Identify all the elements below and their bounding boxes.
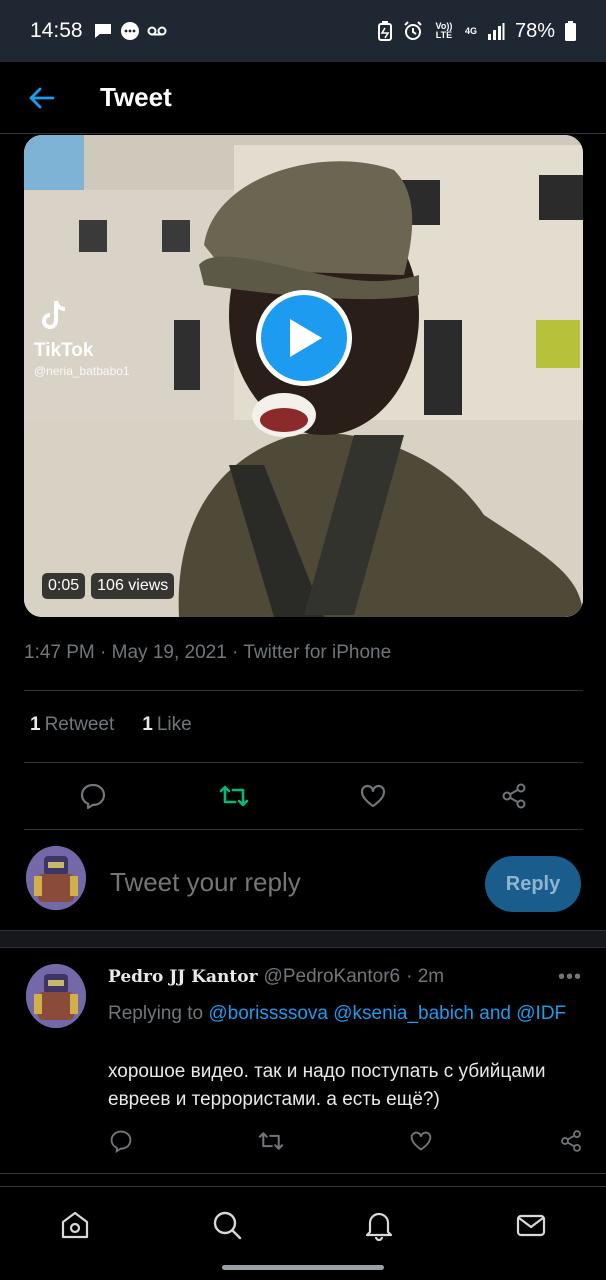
video-badges: 0:05 106 views (42, 573, 175, 599)
reply-composer: Reply (0, 832, 606, 930)
tweet-actions (0, 776, 606, 818)
comment-icon (80, 783, 106, 810)
like-label: Like (156, 714, 192, 735)
network-4g-indicator: 4G (464, 25, 477, 36)
home-icon (61, 1211, 89, 1239)
mention-link[interactable]: @ksenia_babich (333, 1003, 474, 1024)
video-duration: 0:05 (42, 573, 86, 599)
and-word: and (479, 1003, 511, 1024)
reply-button[interactable]: Reply (485, 856, 581, 912)
retweet-icon (219, 785, 249, 807)
tweet-timestamp: 1:47 PM · May 19, 2021 · Twitter for iPh… (24, 642, 392, 663)
nav-home[interactable] (55, 1205, 95, 1245)
like-action[interactable] (406, 1126, 436, 1156)
section-separator (0, 930, 606, 948)
avatar[interactable] (26, 964, 86, 1028)
tweet-stats: 1 Retweet 1 Like (30, 714, 192, 736)
reply-header: Pedro JJ Kantor @PedroKantor6 · 2m (108, 966, 444, 988)
nav-messages[interactable] (511, 1205, 551, 1245)
home-indicator[interactable] (222, 1265, 384, 1270)
like-action[interactable] (353, 776, 393, 816)
retweet-action[interactable] (214, 776, 254, 816)
avatar[interactable] (26, 846, 86, 910)
nav-search[interactable] (207, 1205, 247, 1245)
bottom-navigation (0, 1186, 606, 1280)
mention-link[interactable]: @borissssova (208, 1003, 328, 1024)
user-handle[interactable]: @PedroKantor6 (264, 966, 401, 988)
reply-action[interactable] (73, 776, 113, 816)
divider (24, 690, 583, 691)
battery-percent: 78% (514, 19, 555, 42)
top-app-bar: Tweet (0, 62, 606, 134)
reply-actions (0, 1126, 606, 1158)
mail-icon (516, 1214, 546, 1237)
tiktok-brand: TikTok (34, 340, 94, 361)
notification-icons (93, 21, 167, 41)
back-button[interactable] (0, 62, 84, 134)
tweet-video[interactable]: TikTok @neria_batbabo1 0:05 106 views (24, 135, 583, 617)
retweet-action[interactable] (256, 1126, 286, 1156)
reply-time: · 2m (406, 966, 445, 987)
replying-prefix: Replying to (108, 1003, 204, 1024)
battery-icon (565, 21, 576, 41)
chat-icon (120, 22, 139, 40)
status-time: 14:58 (30, 19, 83, 42)
retweet-count: 1 (30, 714, 41, 735)
message-icon (94, 24, 111, 38)
back-arrow-icon (29, 87, 55, 108)
reply-input[interactable] (110, 860, 470, 904)
page-title: Tweet (100, 82, 172, 112)
mention-link[interactable]: @IDF (516, 1003, 566, 1024)
divider (24, 829, 583, 830)
retweet-icon (258, 1132, 284, 1150)
more-options-button[interactable]: ••• (558, 966, 582, 989)
alarm-icon (404, 21, 422, 40)
tiktok-logo-icon (42, 300, 66, 329)
reply-text: хорошое видео. так и надо поступать с уб… (108, 1061, 546, 1110)
volte-indicator: Vo)) LTE (435, 21, 453, 40)
nav-notifications[interactable] (359, 1205, 399, 1245)
status-right: Vo)) LTE 4G 78% (377, 20, 576, 43)
divider (24, 762, 583, 763)
display-name[interactable]: Pedro JJ Kantor (108, 967, 258, 987)
signal-icon (487, 23, 505, 40)
retweet-stat[interactable]: 1 Retweet (30, 714, 114, 736)
reply-tweet[interactable]: Pedro JJ Kantor @PedroKantor6 · 2m ••• R… (0, 948, 606, 1174)
reply-action[interactable] (106, 1126, 136, 1156)
retweet-label: Retweet (44, 714, 115, 735)
share-icon (502, 783, 526, 809)
avatar-image (26, 846, 86, 910)
like-count: 1 (142, 714, 153, 735)
view-count: 106 views (91, 573, 175, 599)
tiktok-username: @neria_batbabo1 (34, 364, 130, 378)
share-icon (561, 1130, 581, 1152)
tiktok-watermark: TikTok @neria_batbabo1 (34, 295, 130, 378)
share-action[interactable] (556, 1126, 586, 1156)
replying-to: Replying to @borissssova @ksenia_babich … (108, 1000, 578, 1027)
play-button[interactable] (256, 290, 352, 386)
status-bar: 14:58 Vo)) LTE 4G 78% (0, 0, 606, 62)
play-icon (290, 319, 322, 357)
avatar-image (26, 964, 86, 1028)
heart-icon (360, 784, 386, 808)
heart-icon (410, 1131, 432, 1151)
battery-saver-icon (377, 21, 392, 41)
comment-icon (110, 1130, 132, 1153)
voicemail-icon (147, 26, 167, 36)
like-stat[interactable]: 1 Like (142, 714, 191, 736)
search-icon (213, 1211, 242, 1240)
share-action[interactable] (494, 776, 534, 816)
bell-icon (365, 1212, 393, 1241)
